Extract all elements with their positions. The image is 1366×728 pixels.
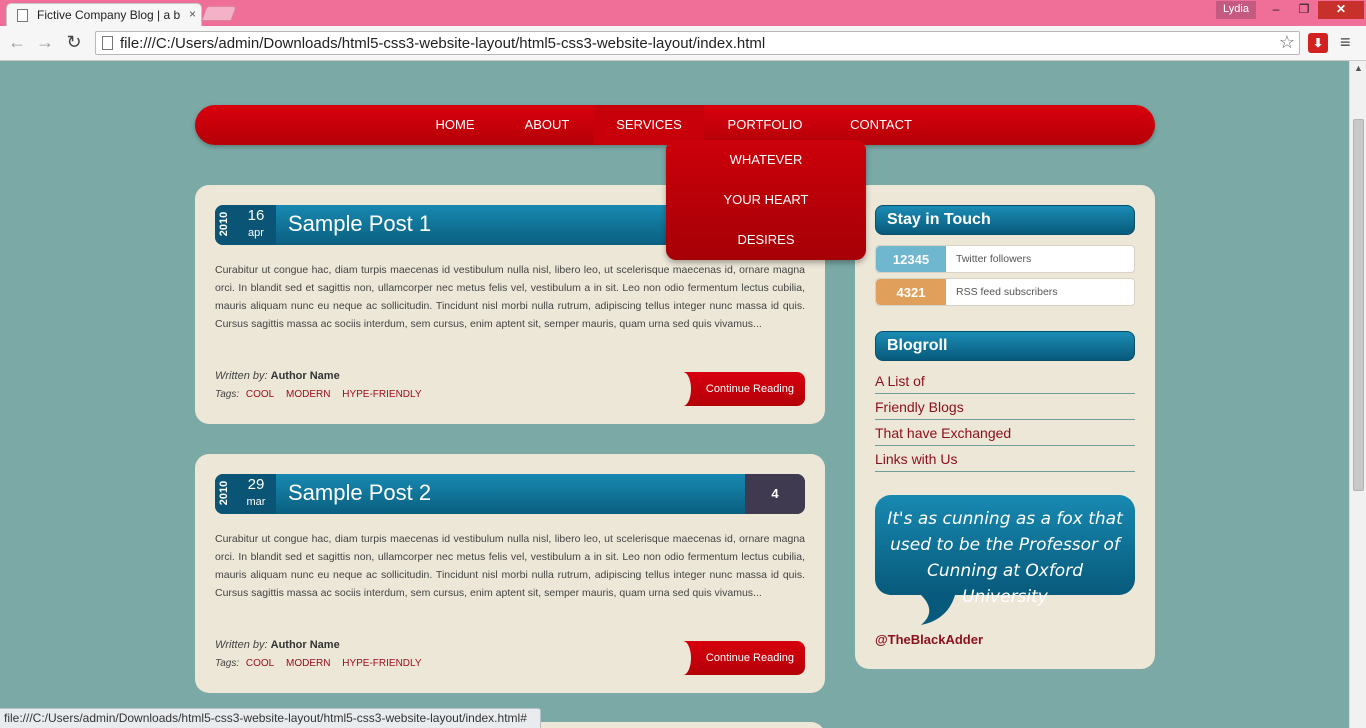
post-month: mar <box>246 496 266 508</box>
speech-bubble-tail-icon <box>921 595 955 625</box>
post-date: 2010 29 mar <box>215 474 276 514</box>
dropdown-item-desires[interactable]: DESIRES <box>666 220 866 260</box>
tag-link[interactable]: MODERN <box>286 658 330 669</box>
nav-home[interactable]: HOME <box>421 105 489 145</box>
page-icon <box>17 9 28 22</box>
post-body: Curabitur ut congue hac, diam turpis mae… <box>215 533 805 599</box>
blogroll-link[interactable]: Links with Us <box>875 446 1135 472</box>
tags-label: Tags: <box>215 389 240 400</box>
tag-link[interactable]: HYPE-FRIENDLY <box>342 389 421 400</box>
minimize-button[interactable]: – <box>1262 1 1290 19</box>
post-year: 2010 <box>218 480 231 506</box>
status-bar-url: file:///C:/Users/admin/Downloads/html5-c… <box>0 708 541 728</box>
tags-label: Tags: <box>215 658 240 669</box>
post-byline: Written by: Author Name <box>215 370 340 382</box>
continue-reading-label: Continue Reading <box>705 383 794 395</box>
post-tags: Tags: COOL MODERN HYPE-FRIENDLY <box>215 389 431 400</box>
tag-link[interactable]: MODERN <box>286 389 330 400</box>
post-card: 2010 29 mar Sample Post 2 4 Curabitur ut… <box>195 454 825 693</box>
extension-icon[interactable]: ⬇ <box>1308 33 1328 53</box>
address-url[interactable]: file:///C:/Users/admin/Downloads/html5-c… <box>120 35 765 52</box>
comment-count-badge[interactable]: 4 <box>745 474 805 514</box>
written-by-label: Written by: <box>215 639 268 651</box>
button-notch <box>675 641 691 675</box>
post-author: Author Name <box>270 370 340 382</box>
nav-about[interactable]: ABOUT <box>510 105 584 145</box>
blogroll-title: Blogroll <box>875 331 1135 361</box>
twitter-label: Twitter followers <box>956 253 1032 265</box>
maximize-button[interactable]: ❐ <box>1290 1 1318 19</box>
rss-label: RSS feed subscribers <box>956 286 1058 298</box>
quote-bubble: It's as cunning as a fox that used to be… <box>875 495 1135 607</box>
stay-in-touch-title: Stay in Touch <box>875 205 1135 235</box>
post-body: Curabitur ut congue hac, diam turpis mae… <box>215 264 805 330</box>
scroll-up-arrow-icon[interactable]: ▲ <box>1354 63 1363 73</box>
blogroll-link[interactable]: A List of <box>875 368 1135 394</box>
scroll-thumb[interactable] <box>1353 119 1364 491</box>
rss-subscribers-row[interactable]: 4321 RSS feed subscribers <box>875 278 1135 306</box>
post-title[interactable]: Sample Post 1 <box>288 211 431 237</box>
dropdown-item-your-heart[interactable]: YOUR HEART <box>666 180 866 220</box>
continue-reading-label: Continue Reading <box>705 652 794 664</box>
browser-tab[interactable]: Fictive Company Blog | a b × <box>6 3 202 26</box>
written-by-label: Written by: <box>215 370 268 382</box>
main-navigation: HOME ABOUT SERVICES PORTFOLIO CONTACT <box>195 105 1155 145</box>
post-date: 2010 16 apr <box>215 205 276 245</box>
tab-close-icon[interactable]: × <box>189 7 196 21</box>
twitter-followers-row[interactable]: 12345 Twitter followers <box>875 245 1135 273</box>
page-icon <box>102 36 113 50</box>
reload-icon[interactable]: ↻ <box>62 31 86 55</box>
services-dropdown: WHATEVER YOUR HEART DESIRES <box>666 140 866 260</box>
post-day: 29 <box>247 476 265 493</box>
tab-title: Fictive Company Blog | a b <box>37 8 181 22</box>
continue-reading-button[interactable]: Continue Reading <box>675 372 805 406</box>
post-byline: Written by: Author Name <box>215 639 340 651</box>
button-notch <box>675 372 691 406</box>
profile-badge[interactable]: Lydia <box>1216 1 1256 19</box>
tag-link[interactable]: COOL <box>246 389 274 400</box>
blogroll-link[interactable]: Friendly Blogs <box>875 394 1135 420</box>
post-title[interactable]: Sample Post 2 <box>288 480 431 506</box>
nav-services[interactable]: SERVICES <box>594 105 704 145</box>
menu-icon[interactable]: ≡ <box>1340 32 1351 53</box>
tag-link[interactable]: COOL <box>246 658 274 669</box>
new-tab-button[interactable] <box>201 6 237 21</box>
rss-count: 4321 <box>876 279 946 305</box>
post-header: 2010 29 mar Sample Post 2 4 <box>215 474 805 514</box>
address-bar[interactable]: file:///C:/Users/admin/Downloads/html5-c… <box>95 31 1300 55</box>
blogroll-link[interactable]: That have Exchanged <box>875 420 1135 446</box>
close-window-button[interactable]: ✕ <box>1318 1 1364 19</box>
forward-icon[interactable]: → <box>33 31 57 55</box>
post-year: 2010 <box>218 211 231 237</box>
bookmark-star-icon[interactable]: ☆ <box>1279 32 1295 53</box>
post-month: apr <box>248 227 264 239</box>
back-icon[interactable]: ← <box>5 31 29 55</box>
vertical-scrollbar[interactable]: ▲ <box>1349 61 1366 728</box>
nav-portfolio[interactable]: PORTFOLIO <box>720 105 810 145</box>
twitter-count: 12345 <box>876 246 946 272</box>
post-author: Author Name <box>270 639 340 651</box>
post-tags: Tags: COOL MODERN HYPE-FRIENDLY <box>215 658 431 669</box>
post-day: 16 <box>247 207 265 224</box>
tag-link[interactable]: HYPE-FRIENDLY <box>342 658 421 669</box>
continue-reading-button[interactable]: Continue Reading <box>675 641 805 675</box>
browser-titlebar: Fictive Company Blog | a b × Lydia – ❐ ✕ <box>0 0 1366 26</box>
dropdown-item-whatever[interactable]: WHATEVER <box>666 140 866 180</box>
browser-toolbar: ← → ↻ file:///C:/Users/admin/Downloads/h… <box>0 26 1366 61</box>
sidebar: Stay in Touch 12345 Twitter followers 43… <box>855 185 1155 669</box>
twitter-handle-link[interactable]: @TheBlackAdder <box>875 632 983 647</box>
nav-contact[interactable]: CONTACT <box>843 105 919 145</box>
